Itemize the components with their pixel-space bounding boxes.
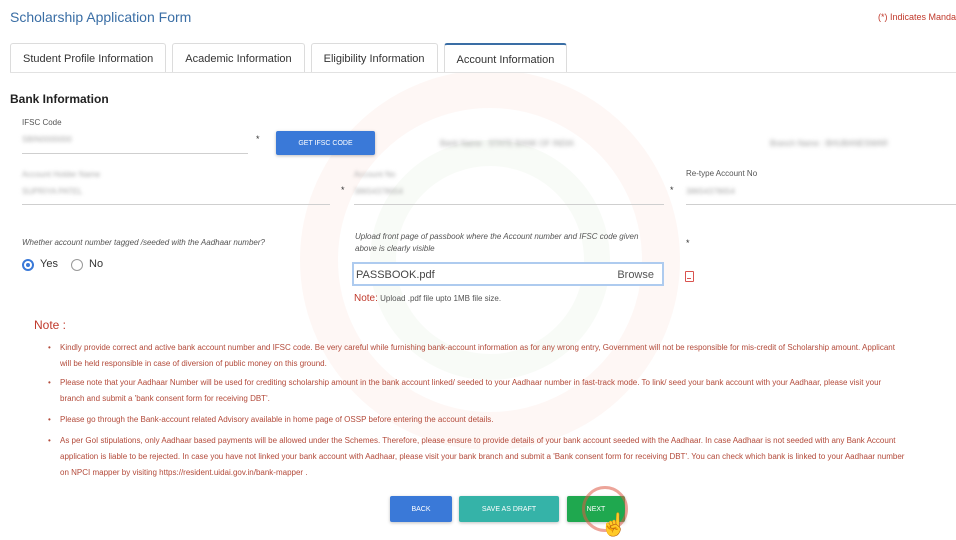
list-item: Kindly provide correct and active bank a…: [48, 340, 956, 372]
tab-academic[interactable]: Academic Information: [172, 43, 305, 73]
mandatory-indicator-note: (*) Indicates Mandatory: [878, 12, 956, 22]
tab-eligibility[interactable]: Eligibility Information: [310, 43, 438, 73]
account-no-required-mark: *: [341, 185, 345, 195]
selected-file-name: PASSBOOK.pdf: [356, 269, 435, 281]
note-4-line-1: As per GoI stipulations, only Aadhaar ba…: [60, 436, 896, 445]
save-as-draft-button[interactable]: SAVE AS DRAFT: [459, 496, 559, 522]
form-tabs: Student Profile Information Academic Inf…: [10, 43, 568, 73]
aadhaar-no-radio[interactable]: [71, 259, 83, 271]
tab-account[interactable]: Account Information: [443, 43, 568, 73]
tab-student-profile[interactable]: Student Profile Information: [10, 43, 167, 73]
upload-required-mark: *: [686, 238, 690, 248]
ifsc-code-input[interactable]: SBIN0000000: [22, 135, 72, 144]
note-4-line-3: on NPCI mapper by visiting https://resid…: [60, 468, 308, 477]
note-3-line-1: Please go through the Bank-account relat…: [60, 415, 494, 424]
ifsc-code-label: IFSC Code: [22, 118, 62, 127]
account-no-underline: [354, 204, 664, 205]
tabs-divider: [10, 72, 956, 73]
bank-name-text: Bank Name : STATE BANK OF INDIA: [440, 139, 574, 148]
retype-account-no-label: Re-type Account No: [686, 169, 758, 178]
note-2-line-1: Please note that your Aadhaar Number wil…: [60, 378, 882, 387]
account-no-label: Account No: [354, 170, 396, 179]
ifsc-required-mark: *: [256, 134, 260, 144]
account-holder-name-label: Account Holder Name: [22, 170, 101, 179]
list-item: Please go through the Bank-account relat…: [48, 412, 956, 428]
retype-account-required-mark: *: [670, 185, 674, 195]
hand-cursor-icon: ☝: [600, 512, 628, 537]
account-holder-name-input[interactable]: SUPRIYA PATEL: [22, 187, 82, 196]
retype-account-no-input[interactable]: 38654378654: [686, 187, 735, 196]
upload-note-prefix: Note:: [354, 293, 378, 304]
ifsc-code-underline: [22, 153, 248, 154]
account-holder-underline: [22, 204, 330, 205]
account-no-input[interactable]: 38654378654: [354, 187, 403, 196]
note-2-line-2: branch and submit a 'bank consent form f…: [60, 394, 270, 403]
aadhaar-seeded-question: Whether account number tagged /seeded wi…: [22, 238, 265, 247]
notes-title: Note :: [34, 318, 67, 332]
browse-button[interactable]: Browse: [617, 269, 654, 281]
passbook-file-input[interactable]: PASSBOOK.pdf Browse: [352, 262, 664, 286]
list-item: As per GoI stipulations, only Aadhaar ba…: [48, 433, 956, 481]
upload-note-text: Upload .pdf file upto 1MB file size.: [380, 294, 502, 303]
branch-name-text: Branch Name : BHUBANESWAR: [770, 139, 888, 148]
section-title-bank-information: Bank Information: [10, 92, 109, 106]
note-1-line-2: will be held responsible in case of dive…: [60, 359, 327, 368]
upload-file-note: Note: Upload .pdf file upto 1MB file siz…: [354, 293, 501, 304]
note-1-line-1: Kindly provide correct and active bank a…: [60, 343, 895, 352]
get-ifsc-code-label: GET IFSC CODE: [298, 139, 353, 147]
list-item: Please note that your Aadhaar Number wil…: [48, 375, 956, 407]
aadhaar-no-label[interactable]: No: [89, 258, 103, 270]
passbook-upload-label: Upload front page of passbook where the …: [355, 232, 639, 253]
back-button[interactable]: BACK: [390, 496, 452, 522]
note-4-line-2: application is liable to be rejected. In…: [60, 452, 905, 461]
retype-account-underline: [686, 204, 956, 205]
aadhaar-yes-label[interactable]: Yes: [40, 258, 58, 270]
aadhaar-yes-radio[interactable]: [22, 259, 34, 271]
pdf-file-icon[interactable]: [685, 271, 694, 282]
get-ifsc-code-button[interactable]: GET IFSC CODE: [276, 131, 375, 155]
page-title: Scholarship Application Form: [10, 9, 192, 25]
